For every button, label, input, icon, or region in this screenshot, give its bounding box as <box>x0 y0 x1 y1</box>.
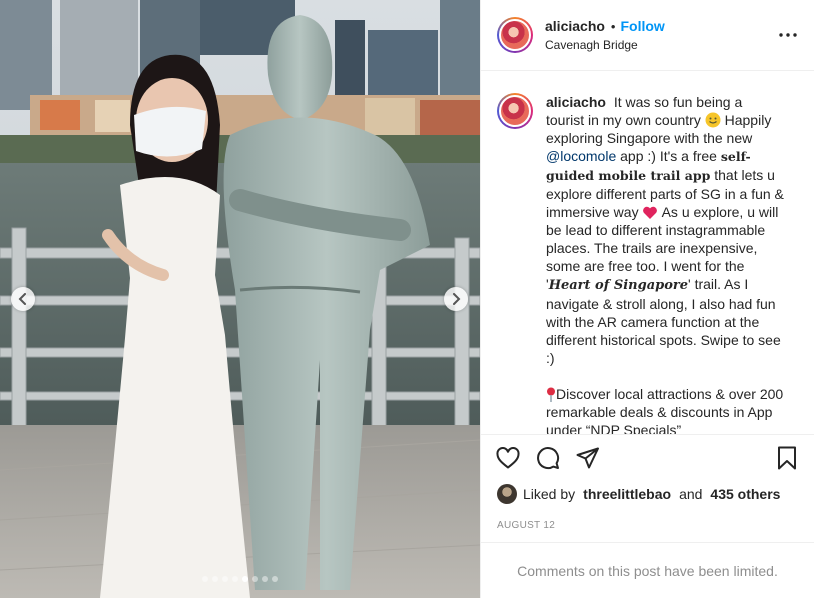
more-options-button[interactable] <box>776 23 800 47</box>
carousel-dot <box>272 576 278 582</box>
carousel-indicator <box>0 576 480 582</box>
comment-icon <box>537 446 560 469</box>
post-media[interactable] <box>0 0 480 598</box>
next-slide-button[interactable] <box>444 287 468 311</box>
separator-dot: • <box>610 18 616 34</box>
chevron-right-icon <box>453 293 461 305</box>
comment-button[interactable] <box>535 445 561 471</box>
round-pushpin-icon <box>547 387 555 402</box>
caption-para-2: Discover local attractions & over 200 re… <box>546 386 784 434</box>
post-sidebar: aliciacho • Follow Cavenagh Bridge alici… <box>480 0 814 598</box>
carousel-dot <box>262 576 268 582</box>
caption-text-3: app :) It's a free <box>620 148 717 164</box>
follow-button[interactable]: Follow <box>620 18 664 34</box>
share-button[interactable] <box>575 445 601 471</box>
action-bar <box>481 434 814 480</box>
caption-text: aliciacho It was so fun being a tourist … <box>546 93 784 434</box>
caption-avatar[interactable] <box>497 93 533 129</box>
likes-and: and <box>679 486 703 502</box>
carousel-dot <box>222 576 228 582</box>
red-heart-icon <box>643 206 658 219</box>
carousel-dot <box>202 576 208 582</box>
paper-plane-icon <box>576 447 599 468</box>
likes-prefix: Liked by <box>523 486 576 502</box>
save-button[interactable] <box>774 445 800 471</box>
caption-italic-phrase: Heart of Singapore <box>548 278 689 293</box>
carousel-dot <box>242 576 248 582</box>
post-date[interactable]: AUGUST 12 <box>481 508 814 542</box>
liker-avatar[interactable] <box>497 484 517 504</box>
carousel-dot <box>252 576 258 582</box>
likes-others-link[interactable]: 435 others <box>710 486 780 502</box>
liker-username[interactable]: threelittlebao <box>583 486 671 502</box>
post-photo <box>0 0 480 598</box>
bookmark-icon <box>778 446 796 469</box>
chevron-left-icon <box>18 293 26 305</box>
location-link[interactable]: Cavenagh Bridge <box>545 38 776 52</box>
mention-link[interactable]: @locomole <box>546 148 616 164</box>
previous-slide-button[interactable] <box>11 287 35 311</box>
instagram-post: aliciacho • Follow Cavenagh Bridge alici… <box>0 0 814 598</box>
post-header: aliciacho • Follow Cavenagh Bridge <box>481 0 814 71</box>
carousel-dot <box>232 576 238 582</box>
carousel-dot <box>212 576 218 582</box>
caption-username[interactable]: aliciacho <box>546 94 606 110</box>
heart-icon <box>496 446 520 468</box>
author-avatar[interactable] <box>497 17 533 53</box>
comments-limited-notice: Comments on this post have been limited. <box>481 542 814 598</box>
author-username[interactable]: aliciacho <box>545 18 605 34</box>
smiling-face-icon <box>705 112 721 128</box>
more-horizontal-icon <box>779 33 797 37</box>
like-button[interactable] <box>495 445 521 471</box>
likes-summary: Liked by threelittlebao and 435 others <box>481 480 814 508</box>
post-caption: aliciacho It was so fun being a tourist … <box>481 71 814 434</box>
